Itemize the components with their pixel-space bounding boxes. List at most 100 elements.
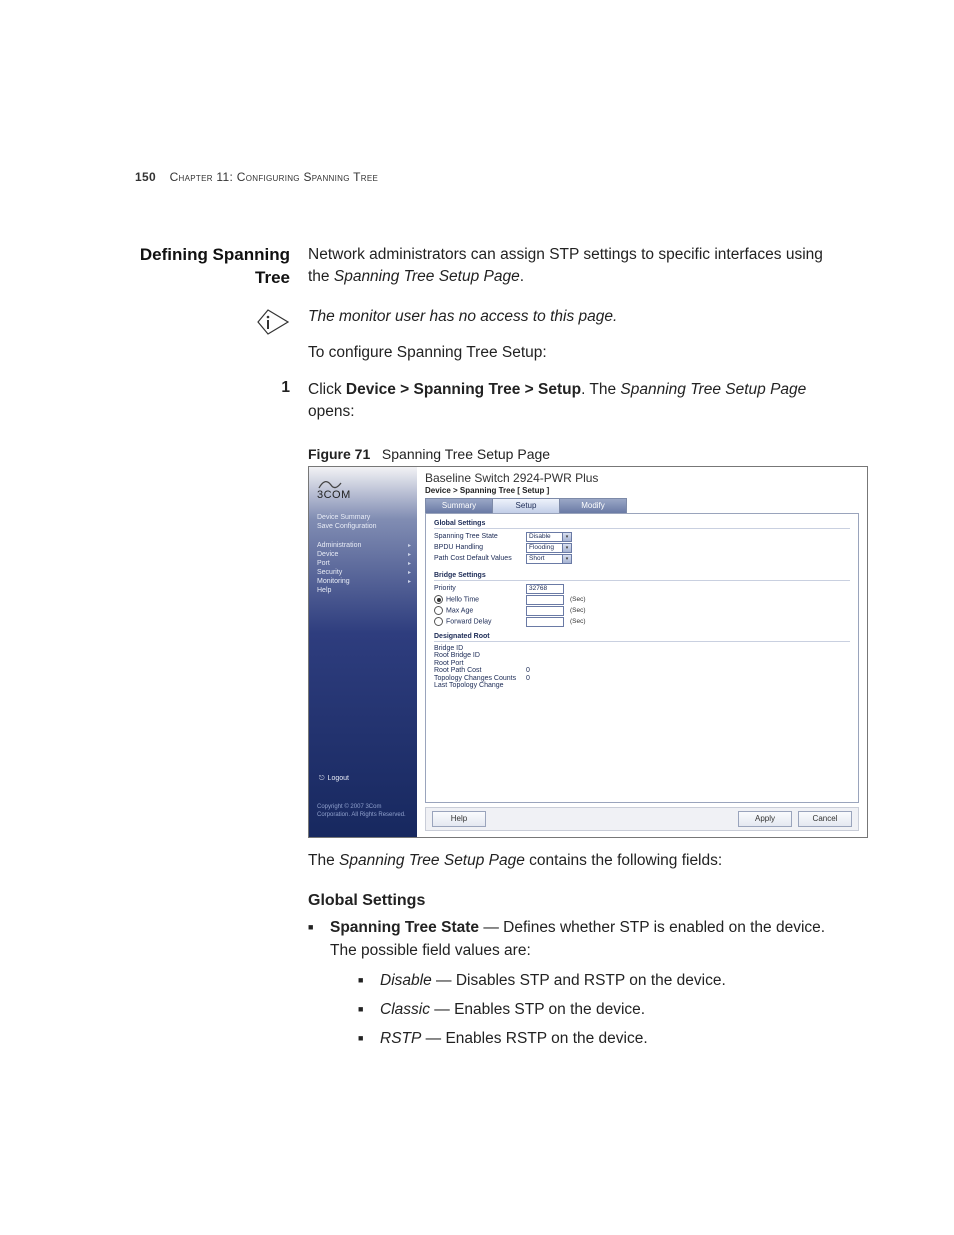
field-name: Spanning Tree State xyxy=(330,919,479,936)
fwd-input[interactable] xyxy=(526,617,564,627)
option-name: Classic xyxy=(380,1001,430,1018)
root-key: Root Path Cost xyxy=(434,667,520,674)
logout-icon: ⎋ xyxy=(319,775,325,783)
brand-text: 3COM xyxy=(317,489,351,501)
dropdown-icon: ▾ xyxy=(562,544,571,552)
step-path: Device > Spanning Tree > Setup xyxy=(346,381,581,398)
tab-setup[interactable]: Setup xyxy=(492,498,560,513)
tab-modify[interactable]: Modify xyxy=(559,498,627,513)
forward-delay-option[interactable]: Forward Delay xyxy=(434,617,520,626)
max-age-option[interactable]: Max Age xyxy=(434,606,520,615)
sidebar-item-device-summary[interactable]: Device Summary xyxy=(317,513,411,522)
radio-icon xyxy=(434,617,443,626)
root-row: Root Port xyxy=(434,660,850,667)
option-name: RSTP xyxy=(380,1030,421,1047)
after-a: The xyxy=(308,852,339,869)
unit-sec: (Sec) xyxy=(570,618,586,625)
step-number: 1 xyxy=(135,379,290,397)
root-row: Topology Changes Counts 0 xyxy=(434,675,850,682)
root-key: Last Topology Change xyxy=(434,682,520,689)
logout-link[interactable]: ⎋ Logout xyxy=(319,775,349,783)
fwd-label: Forward Delay xyxy=(446,619,492,626)
after-figure-paragraph: The Spanning Tree Setup Page contains th… xyxy=(308,850,844,872)
sidebar-item-port[interactable]: Port▸ xyxy=(317,559,411,568)
root-key: Topology Changes Counts xyxy=(434,675,520,682)
pathcost-label: Path Cost Default Values xyxy=(434,555,520,562)
sidebar-item-label: Device xyxy=(317,551,338,558)
chevron-right-icon: ▸ xyxy=(408,551,411,558)
sidebar-item-security[interactable]: Security▸ xyxy=(317,568,411,577)
section-intro: Network administrators can assign STP se… xyxy=(308,244,844,289)
lead-text: To configure Spanning Tree Setup: xyxy=(308,342,844,364)
apply-button[interactable]: Apply xyxy=(738,811,792,827)
intro-page-ref: Spanning Tree Setup Page xyxy=(334,268,520,285)
maxage-input[interactable] xyxy=(526,606,564,616)
page-number: 150 xyxy=(135,170,156,184)
designated-root-heading: Designated Root xyxy=(434,633,850,642)
root-val: 0 xyxy=(526,675,530,682)
stp-state-select[interactable]: Disable ▾ xyxy=(526,532,572,542)
info-note: The monitor user has no access to this p… xyxy=(308,306,844,365)
breadcrumb: Device > Spanning Tree [ Setup ] xyxy=(417,485,867,498)
global-settings-subheading: Global Settings xyxy=(308,892,844,910)
after-b: contains the following fields: xyxy=(525,852,722,869)
pathcost-select[interactable]: Short▾ xyxy=(526,554,572,564)
dropdown-icon: ▾ xyxy=(562,555,571,563)
sidebar-item-monitoring[interactable]: Monitoring▸ xyxy=(317,577,411,586)
option-desc: — Enables RSTP on the device. xyxy=(421,1030,647,1047)
embedded-screenshot: 3COM Device Summary Save Configuration A… xyxy=(308,466,868,838)
sidebar-item-label: Monitoring xyxy=(317,578,350,585)
tab-summary[interactable]: Summary xyxy=(425,498,493,513)
step-page-ref: Spanning Tree Setup Page xyxy=(620,381,806,398)
root-row: Last Topology Change xyxy=(434,682,850,689)
help-button[interactable]: Help xyxy=(432,811,486,827)
root-key: Root Port xyxy=(434,660,520,667)
cancel-button[interactable]: Cancel xyxy=(798,811,852,827)
hello-time-option[interactable]: Hello Time xyxy=(434,595,520,604)
bridge-settings-heading: Bridge Settings xyxy=(434,572,850,581)
bpdu-select[interactable]: Flooding ▾ xyxy=(526,543,572,553)
hello-label: Hello Time xyxy=(446,597,479,604)
panel-footer: Help Apply Cancel xyxy=(425,807,859,831)
option-desc: — Disables STP and RSTP on the device. xyxy=(432,972,726,989)
figure-label: Figure 71 xyxy=(308,446,370,462)
section-heading: Defining Spanning Tree xyxy=(135,244,290,290)
device-title: Baseline Switch 2924-PWR Plus xyxy=(417,467,867,485)
sidebar-item-label: Device Summary xyxy=(317,514,370,521)
radio-icon xyxy=(434,606,443,615)
hello-input[interactable] xyxy=(526,595,564,605)
chevron-right-icon: ▸ xyxy=(408,542,411,549)
step-a: Click xyxy=(308,381,346,398)
select-value: Flooding xyxy=(529,544,554,551)
running-header: 150 Chapter 11: Configuring Spanning Tre… xyxy=(135,170,844,184)
root-val: 0 xyxy=(526,667,530,674)
priority-input[interactable]: 32768 xyxy=(526,584,564,594)
sidebar-item-administration[interactable]: Administration▸ xyxy=(317,541,411,550)
brand-logo: 3COM xyxy=(317,473,411,507)
stp-state-label: Spanning Tree State xyxy=(434,533,520,540)
maxage-label: Max Age xyxy=(446,608,473,615)
sidebar-item-device[interactable]: Device ▸ xyxy=(317,550,411,559)
copyright-text: Copyright © 2007 3Com Corporation. All R… xyxy=(317,804,411,818)
option-name: Disable xyxy=(380,972,432,989)
list-item: Classic — Enables STP on the device. xyxy=(358,998,844,1021)
step-text: Click Device > Spanning Tree > Setup. Th… xyxy=(308,379,844,424)
section-heading-line1: Defining Spanning xyxy=(140,245,290,264)
select-value: Disable xyxy=(529,533,551,540)
info-icon xyxy=(135,306,290,336)
step-c: opens: xyxy=(308,403,355,420)
dropdown-icon: ▾ xyxy=(562,533,571,541)
priority-label: Priority xyxy=(434,585,520,592)
sidebar-item-label: Save Configuration xyxy=(317,523,377,530)
unit-sec: (Sec) xyxy=(570,607,586,614)
radio-icon xyxy=(434,595,443,604)
intro-text-b: . xyxy=(520,268,524,285)
root-key: Bridge ID xyxy=(434,645,520,652)
sidebar-item-help[interactable]: Help xyxy=(317,586,411,595)
note-text: The monitor user has no access to this p… xyxy=(308,308,617,325)
chevron-right-icon: ▸ xyxy=(408,569,411,576)
chevron-right-icon: ▸ xyxy=(408,560,411,567)
root-row: Root Bridge ID xyxy=(434,652,850,659)
sidebar-item-save-config[interactable]: Save Configuration xyxy=(317,522,411,531)
global-settings-heading: Global Settings xyxy=(434,520,850,529)
